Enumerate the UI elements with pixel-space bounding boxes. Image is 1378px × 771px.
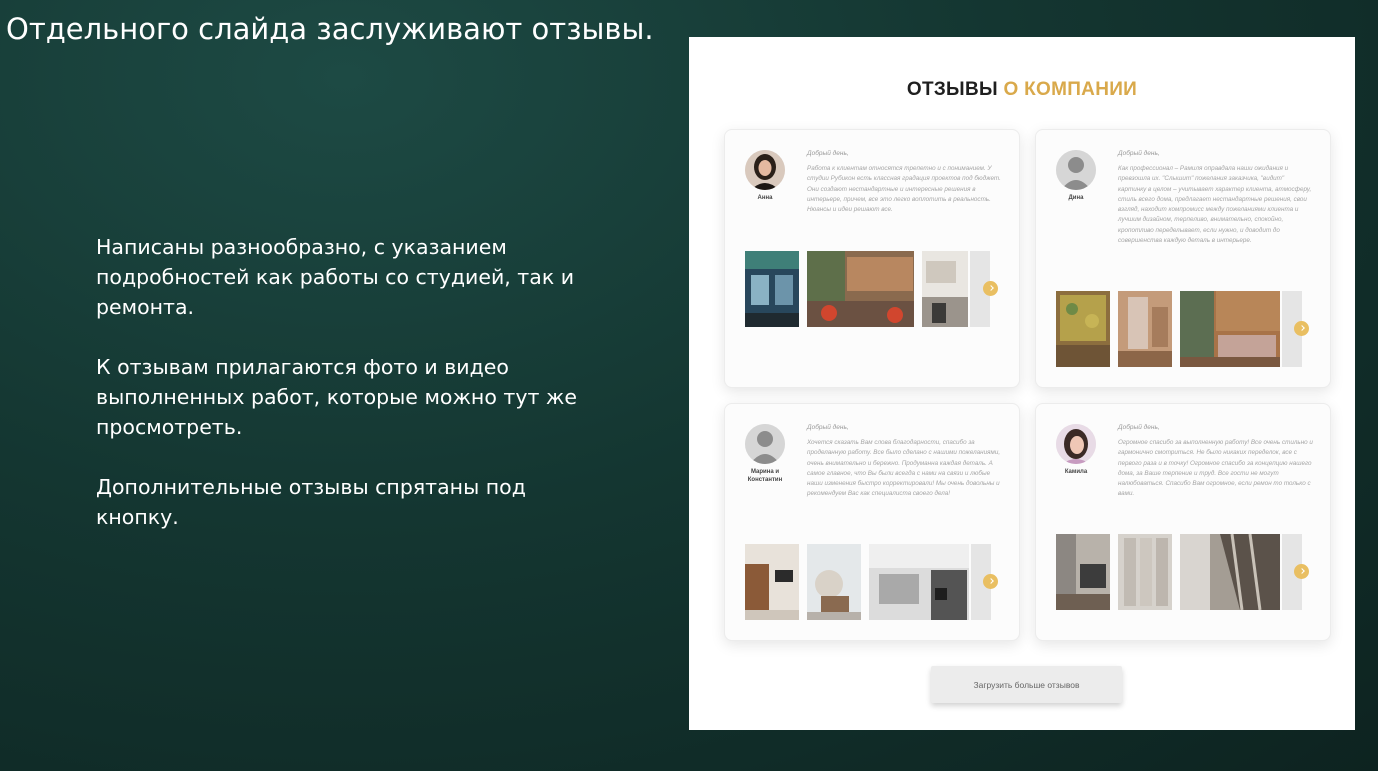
note-paragraph: Написаны разнообразно, с указанием подро… xyxy=(96,235,575,319)
person-placeholder-icon xyxy=(745,424,785,464)
gallery-photo[interactable] xyxy=(807,251,914,327)
heading-dark-part: ОТЗЫВЫ xyxy=(906,79,998,100)
photo-gallery[interactable] xyxy=(745,544,998,620)
author-name: Дина xyxy=(1068,195,1084,201)
review-greeting: Добрый день, xyxy=(807,424,849,431)
gallery-photo[interactable] xyxy=(1180,291,1280,367)
gallery-photo[interactable] xyxy=(745,544,799,620)
gallery-photo[interactable] xyxy=(807,544,861,620)
gallery-photo[interactable] xyxy=(869,544,969,620)
review-card: Камила Добрый день, Огромное спасибо за … xyxy=(1035,403,1331,641)
gallery-next-button[interactable] xyxy=(983,281,998,296)
author-name: Камила xyxy=(1064,469,1088,475)
author-name: Анна xyxy=(757,195,773,201)
gallery-next-button[interactable] xyxy=(983,574,998,589)
gallery-photo[interactable] xyxy=(1118,534,1172,610)
note-paragraph: К отзывам прилагаются фото и видео выпол… xyxy=(96,355,577,439)
review-text: Огромное спасибо за выполненную работу! … xyxy=(1118,439,1313,498)
photo-gallery[interactable] xyxy=(1056,291,1309,367)
review-card: Анна Добрый день, Работа к клиентам отно… xyxy=(724,129,1020,388)
review-card: Марина и Константин Добрый день, Хочется… xyxy=(724,403,1020,641)
gallery-next-button[interactable] xyxy=(1294,564,1309,579)
review-greeting: Добрый день, xyxy=(1118,424,1160,431)
heading-accent-part: О КОМПАНИИ xyxy=(1003,79,1138,100)
review-card: Дина Добрый день, Как профессионал – Рам… xyxy=(1035,129,1331,388)
gallery-photo[interactable] xyxy=(1056,534,1110,610)
load-more-reviews-button[interactable]: Загрузить больше отзывов xyxy=(931,666,1122,703)
author-avatar xyxy=(745,150,785,190)
gallery-photo[interactable] xyxy=(922,251,968,327)
review-greeting: Добрый день, xyxy=(1118,150,1160,157)
gallery-next-button[interactable] xyxy=(1294,321,1309,336)
slide-title: Отдельного слайда заслуживают отзывы. xyxy=(6,12,654,46)
gallery-photo[interactable] xyxy=(1056,291,1110,367)
photo-gallery[interactable] xyxy=(1056,534,1309,610)
section-heading: ОТЗЫВЫ О КОМПАНИИ xyxy=(689,79,1355,101)
gallery-photo[interactable] xyxy=(1180,534,1280,610)
note-paragraph: Дополнительные отзывы спрятаны под кнопк… xyxy=(96,475,526,529)
author-avatar xyxy=(1056,424,1096,464)
gallery-photo[interactable] xyxy=(1118,291,1172,367)
author-name: Марина и Константин xyxy=(747,469,783,483)
photo-gallery[interactable] xyxy=(745,251,998,327)
review-text: Работа к клиентам относятся трепетно и с… xyxy=(807,165,1001,214)
website-screenshot: ОТЗЫВЫ О КОМПАНИИ Анна Добрый день, Рабо… xyxy=(689,37,1355,730)
review-text: Как профессионал – Рамиля оправдала наши… xyxy=(1118,165,1312,245)
person-placeholder-icon xyxy=(1056,150,1096,190)
slide-notes: Написаны разнообразно, с указанием подро… xyxy=(96,232,596,562)
review-greeting: Добрый день, xyxy=(807,150,849,157)
gallery-photo[interactable] xyxy=(745,251,799,327)
review-text: Хочется сказать Вам слова благодарности,… xyxy=(807,439,1001,498)
